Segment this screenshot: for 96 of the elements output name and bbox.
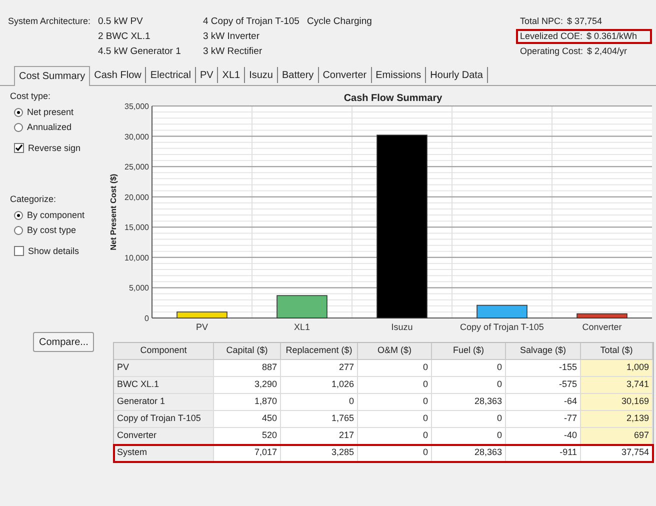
checkbox-label: Reverse sign xyxy=(28,142,81,155)
bar xyxy=(476,304,528,318)
radio-button[interactable] xyxy=(14,226,23,236)
y-tick-label: 20,000 xyxy=(124,192,149,202)
table-cell: 887 xyxy=(214,360,281,377)
table-cell: -77 xyxy=(506,411,581,428)
summary-label: Levelized COE: xyxy=(520,30,583,43)
y-tick-label: 35,000 xyxy=(124,102,149,111)
architecture-item: Cycle Charging xyxy=(307,15,372,29)
table-cell: System xyxy=(114,445,214,462)
architecture-item: 0.5 kW PV xyxy=(98,15,143,29)
compare-button[interactable]: Compare... xyxy=(33,332,94,352)
column-header[interactable]: Component xyxy=(114,343,214,360)
checkbox[interactable] xyxy=(14,246,24,256)
architecture-item: 4.5 kW Generator 1 xyxy=(98,45,181,59)
table-cell: -575 xyxy=(506,377,581,394)
table-cell: 450 xyxy=(214,411,281,428)
table-cell: 277 xyxy=(281,360,358,377)
category-label: Isuzu xyxy=(391,322,413,332)
summary-value: $ 0.361/kWh xyxy=(586,30,638,43)
category-label: PV xyxy=(196,322,208,332)
radio-label: Annualized xyxy=(27,121,72,134)
table-cell: 1,870 xyxy=(214,394,281,411)
table-cell: 3,741 xyxy=(581,377,653,394)
radio-label: By component xyxy=(27,208,85,222)
y-tick-label: 10,000 xyxy=(124,253,149,262)
column-header[interactable]: Salvage ($) xyxy=(506,343,581,360)
architecture-item: 3 kW Inverter xyxy=(203,30,260,44)
table-cell: 1,009 xyxy=(581,360,653,377)
tab[interactable]: Hourly Data xyxy=(426,67,488,83)
table-cell: 28,363 xyxy=(432,394,506,411)
checkbox-label: Show details xyxy=(28,244,80,258)
table-cell: 3,290 xyxy=(214,377,281,394)
table-cell: 0 xyxy=(358,411,432,428)
table-cell: 0 xyxy=(432,411,506,428)
table-cell: 0 xyxy=(432,377,506,394)
architecture-item: 2 BWC XL.1 xyxy=(98,30,150,44)
summary-value: $ 37,754 xyxy=(567,14,602,28)
column-header[interactable]: Fuel ($) xyxy=(432,343,506,360)
table-cell: Converter xyxy=(114,428,214,445)
tab[interactable]: Cash Flow xyxy=(90,67,146,83)
summary-label: Total NPC: xyxy=(520,14,564,28)
radio-label: By cost type xyxy=(27,224,76,237)
radio-label: Net present xyxy=(27,106,74,119)
table-cell: -64 xyxy=(506,394,581,411)
tab[interactable]: Emissions xyxy=(372,67,426,83)
summary-label: Operating Cost: xyxy=(520,44,584,58)
radio-button[interactable] xyxy=(14,108,23,117)
table-cell: 0 xyxy=(358,377,432,394)
table-cell: 1,765 xyxy=(281,411,358,428)
group-label: Categorize: xyxy=(10,193,56,206)
checkbox[interactable] xyxy=(14,143,24,154)
table-cell: 0 xyxy=(358,360,432,377)
y-tick-label: 0 xyxy=(144,314,149,323)
table-cell: 0 xyxy=(281,394,358,411)
radio-button[interactable] xyxy=(14,210,23,220)
table-cell: PV xyxy=(114,360,214,377)
category-label: Converter xyxy=(582,322,622,332)
y-axis-title: Net Present Cost ($) xyxy=(109,174,118,250)
tab[interactable]: Cost Summary xyxy=(14,66,90,86)
architecture-item: 3 kW Rectifier xyxy=(203,45,262,59)
tab[interactable]: XL1 xyxy=(218,67,246,83)
table-cell: 0 xyxy=(432,360,506,377)
column-header[interactable]: O&M ($) xyxy=(358,343,432,360)
table-cell: 1,026 xyxy=(281,377,358,394)
bar xyxy=(276,295,328,318)
category-label: XL1 xyxy=(294,322,310,332)
summary-value: $ 2,404/yr xyxy=(587,44,628,58)
y-tick-label: 30,000 xyxy=(124,132,149,142)
table-cell: Copy of Trojan T-105 xyxy=(114,411,214,428)
category-label: Copy of Trojan T-105 xyxy=(460,322,544,332)
table-cell: 697 xyxy=(581,428,653,445)
y-tick-label: 25,000 xyxy=(124,162,149,172)
architecture-item: 4 Copy of Trojan T-105 xyxy=(203,15,300,29)
architecture-label: System Architecture: xyxy=(8,16,91,26)
tab[interactable]: Converter xyxy=(318,67,372,83)
table-cell: 30,169 xyxy=(581,394,653,411)
radio-button[interactable] xyxy=(14,123,23,132)
chart-title: Cash Flow Summary xyxy=(344,93,442,104)
y-tick-label: 5,000 xyxy=(128,284,149,293)
tab[interactable]: Isuzu xyxy=(245,67,278,83)
table-cell: 2,139 xyxy=(581,411,653,428)
tab[interactable]: Electrical xyxy=(146,67,196,83)
column-header[interactable]: Total ($) xyxy=(581,343,653,360)
table-cell: 0 xyxy=(358,394,432,411)
tab[interactable]: Battery xyxy=(278,67,319,83)
table-cell: -155 xyxy=(506,360,581,377)
column-header[interactable]: Capital ($) xyxy=(214,343,281,360)
bar xyxy=(576,313,628,318)
tab[interactable]: PV xyxy=(196,67,218,83)
table-cell: Generator 1 xyxy=(114,394,214,411)
bar xyxy=(176,312,228,318)
column-header[interactable]: Replacement ($) xyxy=(281,343,358,360)
group-label: Cost type: xyxy=(10,90,51,103)
table-cell: BWC XL.1 xyxy=(114,377,214,394)
y-tick-label: 15,000 xyxy=(124,223,149,232)
